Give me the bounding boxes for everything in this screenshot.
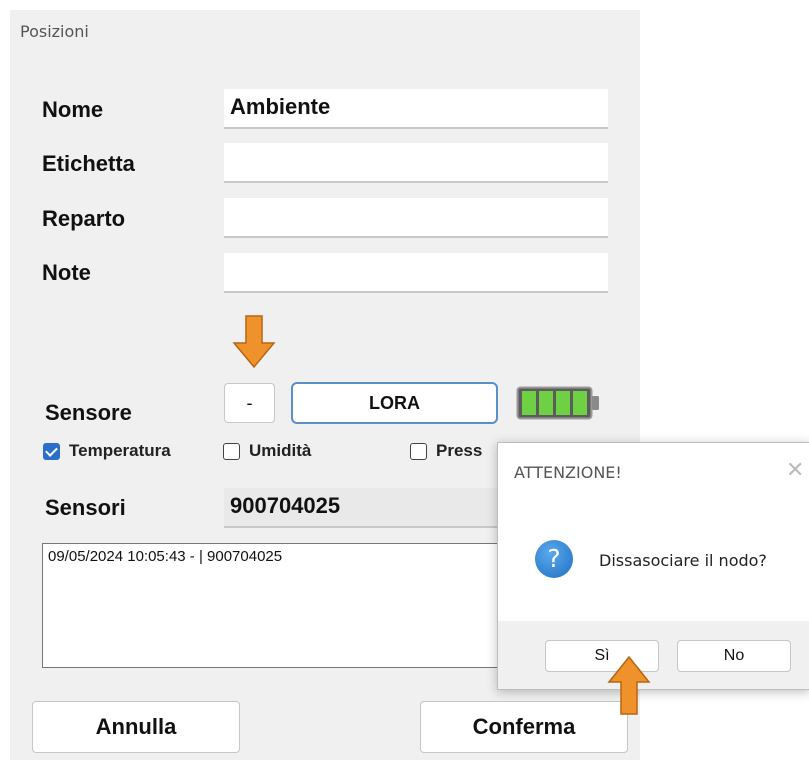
checkbox-pressione[interactable]: Press [410,441,482,461]
sensore-label: Sensore [45,400,132,425]
sensori-select[interactable]: 900704025 [224,488,504,528]
confirm-dialog: ATTENZIONE! ✕ ? Dissasociare il nodo? Sì… [497,442,809,690]
arrow-down-icon [232,315,276,369]
arrow-up-icon [607,655,651,716]
window-title: Posizioni [20,22,89,41]
etichetta-label: Etichetta [42,151,135,176]
note-label: Note [42,260,91,285]
lora-button[interactable]: LORA [291,382,498,424]
log-list[interactable]: 09/05/2024 10:05:43 - | 900704025 [42,543,500,668]
conferma-button[interactable]: Conferma [420,701,628,753]
reparto-field[interactable] [224,198,608,238]
checkbox-label: Temperatura [69,441,171,460]
checkbox-label: Press [436,441,483,460]
checkbox-temperatura[interactable]: Temperatura [43,441,171,461]
dialog-footer: Sì No [498,621,809,689]
sensori-label: Sensori [45,495,126,520]
dialog-title: ATTENZIONE! [514,463,622,482]
log-line: 09/05/2024 10:05:43 - | 900704025 [48,548,283,565]
etichetta-field[interactable] [224,143,608,183]
note-field[interactable] [224,253,608,293]
nome-label: Nome [42,97,104,122]
reparto-label: Reparto [42,206,126,231]
no-button[interactable]: No [677,640,791,672]
checkbox-unchecked-icon [223,442,240,460]
nome-field[interactable]: Ambiente [224,89,608,129]
question-icon: ? [535,540,573,578]
close-icon[interactable]: ✕ [786,457,804,483]
dialog-message: Dissasociare il nodo? [599,551,767,570]
checkbox-label: Umidità [249,441,312,460]
checkbox-unchecked-icon [410,442,427,460]
minus-button[interactable]: - [224,383,275,423]
battery-full-icon [516,386,600,420]
checkbox-umidita[interactable]: Umidità [223,441,311,461]
annulla-button[interactable]: Annulla [32,701,240,753]
checkbox-checked-icon [43,442,60,460]
